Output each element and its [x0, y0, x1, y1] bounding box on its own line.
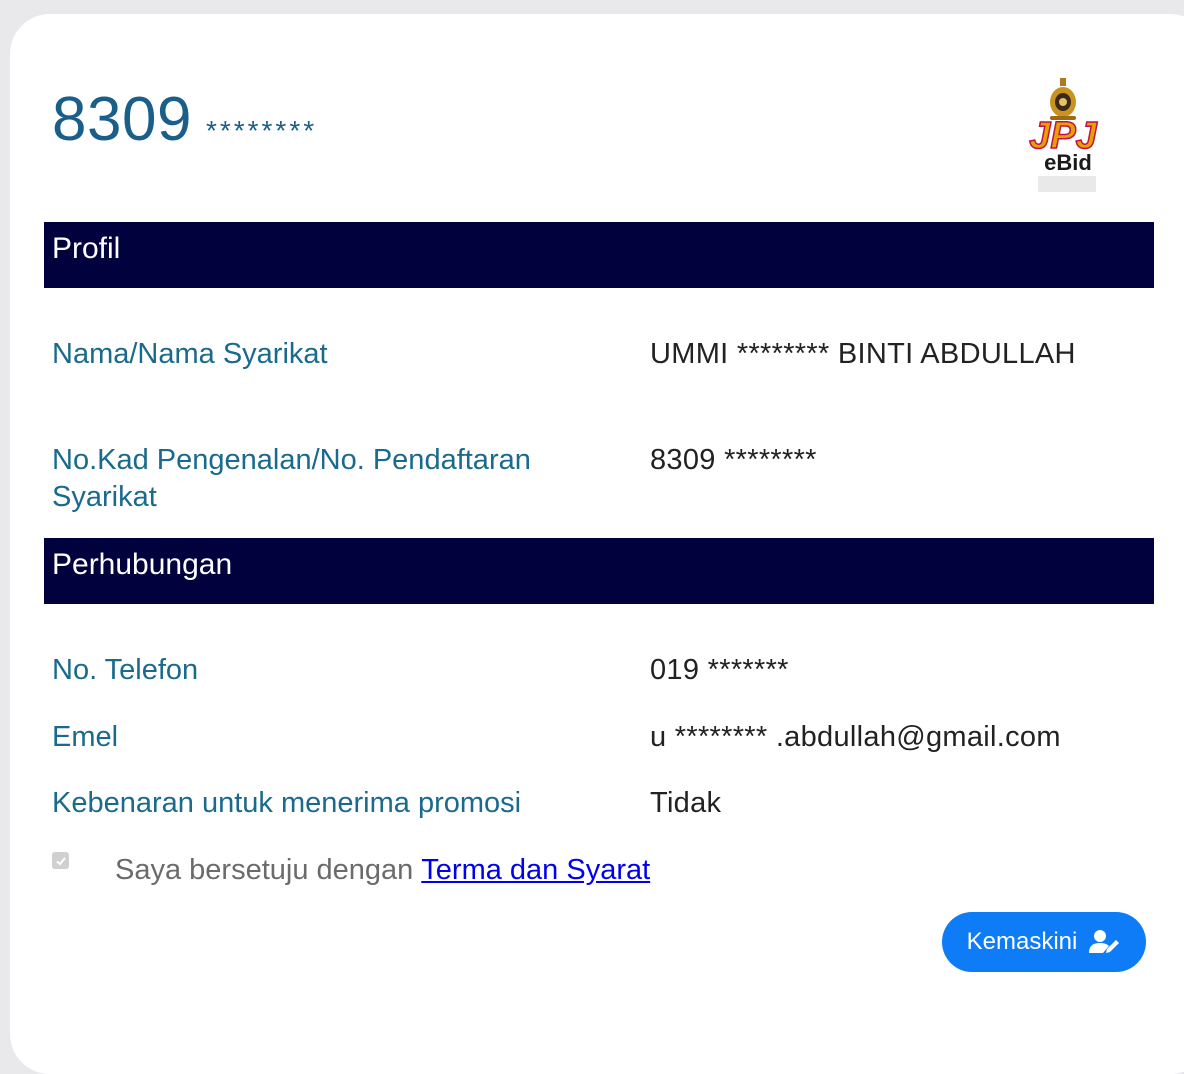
- update-button-label: Kemaskini: [966, 928, 1078, 955]
- user-edit-icon: [1089, 929, 1121, 955]
- row-id: No.Kad Pengenalan/No. Pendaftaran Syarik…: [52, 442, 1142, 516]
- id-prefix: 8309: [52, 85, 192, 154]
- terms-link[interactable]: Terma dan Syarat: [421, 854, 650, 887]
- phone-label: No. Telefon: [52, 654, 199, 686]
- phone-value: 019 *******: [650, 654, 789, 686]
- jpj-logo-icon: JPJ eBid: [1028, 78, 1098, 192]
- email-label: Emel: [52, 721, 119, 753]
- page-title: 8309 ********: [52, 84, 317, 155]
- checkmark-icon: [55, 856, 66, 865]
- row-phone: No. Telefon 019 *******: [52, 652, 1142, 689]
- id-value: 8309 ********: [650, 444, 817, 476]
- promo-value: Tidak: [650, 787, 722, 819]
- id-mask: ********: [205, 115, 318, 146]
- section-perhubungan: Perhubungan: [44, 538, 1154, 604]
- email-value: u ******** .abdullah@gmail.com: [650, 721, 1061, 753]
- row-email: Emel u ******** .abdullah@gmail.com: [52, 719, 1142, 756]
- update-button[interactable]: Kemaskini: [942, 912, 1146, 972]
- row-promo: Kebenaran untuk menerima promosi Tidak: [52, 785, 1142, 822]
- agree-checkbox[interactable]: [52, 852, 69, 869]
- agreement-text: Saya bersetuju dengan: [115, 854, 414, 886]
- logo-product: eBid: [1044, 150, 1092, 175]
- jpj-ebid-logo: JPJ eBid: [1006, 72, 1120, 196]
- id-label: No.Kad Pengenalan/No. Pendaftaran Syarik…: [52, 444, 531, 513]
- name-label: Nama/Nama Syarikat: [52, 338, 328, 370]
- section-profil: Profil: [44, 222, 1154, 288]
- name-value: UMMI ******** BINTI ABDULLAH: [650, 338, 1076, 370]
- promo-label: Kebenaran untuk menerima promosi: [52, 787, 522, 819]
- row-name: Nama/Nama Syarikat UMMI ******** BINTI A…: [52, 336, 1142, 373]
- profile-card: 8309 ******** JPJ eBid Profil Nama/Nama …: [10, 14, 1184, 1074]
- agreement-row: Saya bersetuju dengan Terma dan Syarat: [52, 852, 650, 887]
